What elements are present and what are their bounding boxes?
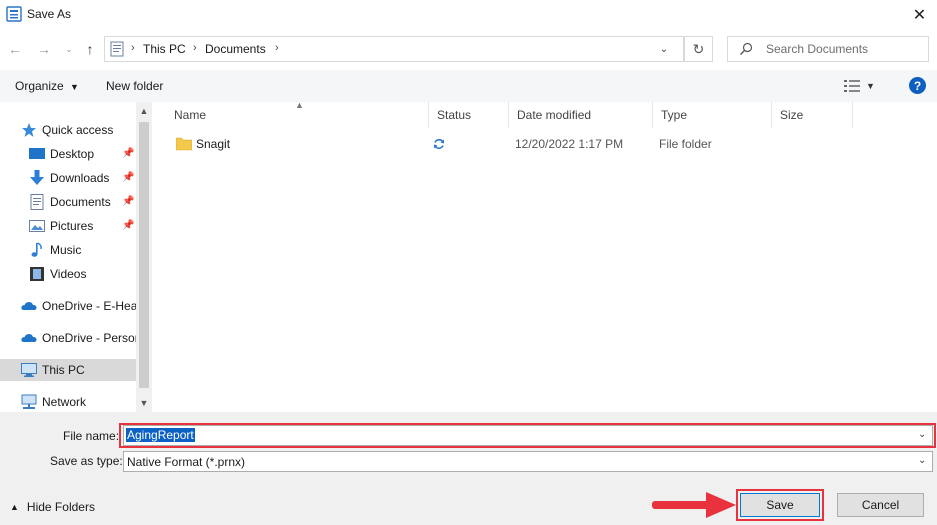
save-dialog-app-icon (6, 6, 22, 22)
file-name-cell: Snagit (196, 137, 231, 151)
hide-folders-label: Hide Folders (26, 500, 95, 514)
hide-folders-toggle[interactable]: ▲ Hide Folders (10, 500, 95, 514)
scroll-down-arrow-icon[interactable]: ▼ (136, 394, 152, 412)
breadcrumb-documents[interactable]: Documents (205, 42, 266, 56)
save-as-type-select[interactable]: Native Format (*.prnx) ⌄ (123, 451, 933, 472)
save-form-area: File name: AgingReport ⌄ Save as type: N… (0, 412, 937, 525)
download-arrow-icon (30, 170, 44, 185)
sidebar-item-onedrive-business[interactable]: OneDrive - E-Heal (0, 295, 140, 317)
column-header-date-modified[interactable]: Date modified (509, 102, 653, 128)
details-view-icon (844, 80, 860, 92)
sidebar-item-network[interactable]: Network (0, 391, 136, 412)
save-highlight-annotation (736, 489, 824, 521)
desktop-icon (29, 148, 45, 159)
up-arrow-icon[interactable]: ↑ (79, 38, 101, 60)
navigation-scrollbar[interactable]: ▲ ▼ (136, 102, 152, 412)
document-folder-icon (110, 41, 124, 57)
column-header-size[interactable]: Size (772, 102, 853, 128)
type-cell: File folder (659, 137, 712, 151)
star-icon (22, 123, 36, 137)
sidebar-item-label: Music (50, 243, 82, 257)
search-box[interactable] (727, 36, 929, 62)
sidebar-item-label: Documents (50, 195, 111, 209)
sidebar-item-this-pc[interactable]: This PC (0, 359, 136, 381)
cloud-icon (21, 334, 37, 342)
music-note-icon (31, 242, 42, 257)
column-header-name[interactable]: Name (166, 102, 429, 128)
sidebar-item-label: Downloads (50, 171, 110, 185)
film-icon (30, 267, 44, 281)
new-folder-button[interactable]: New folder (106, 79, 163, 93)
save-as-type-value: Native Format (*.prnx) (127, 455, 246, 469)
sidebar-item-label: Videos (50, 267, 87, 281)
file-list: ▲ Name Status Date modified Type Size Sn… (158, 100, 937, 412)
sidebar-item-label: Desktop (50, 147, 95, 161)
date-modified-cell: 12/20/2022 1:17 PM (515, 137, 624, 151)
breadcrumb-this-pc[interactable]: This PC (143, 42, 186, 56)
sidebar-item-quick-access[interactable]: Quick access (0, 119, 136, 141)
help-icon[interactable]: ? (909, 77, 926, 94)
sidebar-item-onedrive-personal[interactable]: OneDrive - Persor (0, 327, 139, 349)
red-arrow-annotation-icon (652, 492, 736, 518)
sidebar-item-label: OneDrive - E-Heal (42, 299, 141, 313)
sidebar-item-label: Network (42, 395, 87, 409)
file-name-highlight-annotation (119, 423, 936, 448)
sidebar-item-label: Quick access (42, 123, 114, 137)
recent-locations-chevron-icon[interactable]: ⌄ (58, 38, 80, 60)
organize-label: Organize (15, 79, 64, 93)
sidebar-item-pictures[interactable]: Pictures 📌 (0, 215, 136, 237)
cloud-icon (21, 302, 37, 310)
scroll-up-arrow-icon[interactable]: ▲ (136, 102, 152, 120)
search-icon (740, 42, 753, 55)
pictures-icon (29, 220, 45, 232)
change-view-button[interactable]: ▼ (844, 78, 884, 94)
command-toolbar: Organize ▼ New folder ▼ ? (0, 70, 937, 102)
chevron-down-icon[interactable]: ⌄ (918, 455, 926, 466)
pin-icon: 📌 (122, 220, 135, 231)
cancel-button[interactable]: Cancel (837, 493, 924, 517)
sidebar-item-music[interactable]: Music (0, 239, 136, 261)
organize-menu[interactable]: Organize ▼ (15, 79, 79, 93)
chevron-up-icon: ▲ (10, 502, 19, 512)
chevron-right-icon: › (131, 42, 135, 54)
save-as-type-label: Save as type: (50, 454, 123, 468)
title-bar: Save As ✕ (0, 0, 937, 30)
close-icon[interactable]: ✕ (902, 0, 937, 30)
column-header-status[interactable]: Status (429, 102, 509, 128)
sync-icon (434, 139, 444, 149)
computer-icon (21, 363, 37, 377)
folder-icon (176, 137, 192, 151)
chevron-right-icon: › (193, 42, 197, 54)
sidebar-item-desktop[interactable]: Desktop 📌 (0, 143, 136, 165)
scrollbar-thumb[interactable] (139, 122, 149, 388)
refresh-icon[interactable]: ↻ (684, 36, 713, 62)
pin-icon: 📌 (122, 172, 135, 183)
search-input[interactable] (766, 41, 916, 57)
sidebar-item-videos[interactable]: Videos (0, 263, 136, 285)
dropdown-caret-icon: ▼ (866, 81, 875, 91)
chevron-right-icon[interactable]: › (275, 42, 279, 54)
pin-icon: 📌 (122, 148, 135, 159)
column-header-type[interactable]: Type (653, 102, 772, 128)
navigation-pane: Quick access Desktop 📌 Downloads 📌 Docum… (0, 102, 152, 412)
pin-icon: 📌 (122, 196, 135, 207)
chevron-down-icon[interactable]: ⌄ (656, 41, 672, 57)
dropdown-caret-icon: ▼ (70, 82, 79, 92)
sidebar-item-label: This PC (42, 363, 85, 377)
forward-arrow-icon[interactable]: → (33, 38, 55, 60)
sidebar-item-label: OneDrive - Persor (42, 331, 139, 345)
table-row[interactable]: Snagit 12/20/2022 1:17 PM File folder (158, 132, 858, 156)
address-bar[interactable]: › This PC › Documents › ⌄ (104, 36, 684, 62)
sidebar-item-documents[interactable]: Documents 📌 (0, 191, 136, 213)
file-name-label: File name: (63, 429, 120, 443)
sidebar-item-downloads[interactable]: Downloads 📌 (0, 167, 136, 189)
back-arrow-icon[interactable]: ← (4, 38, 26, 60)
document-icon (30, 194, 44, 210)
sidebar-item-label: Pictures (50, 219, 94, 233)
window-title: Save As (27, 7, 72, 21)
network-icon (21, 394, 37, 409)
